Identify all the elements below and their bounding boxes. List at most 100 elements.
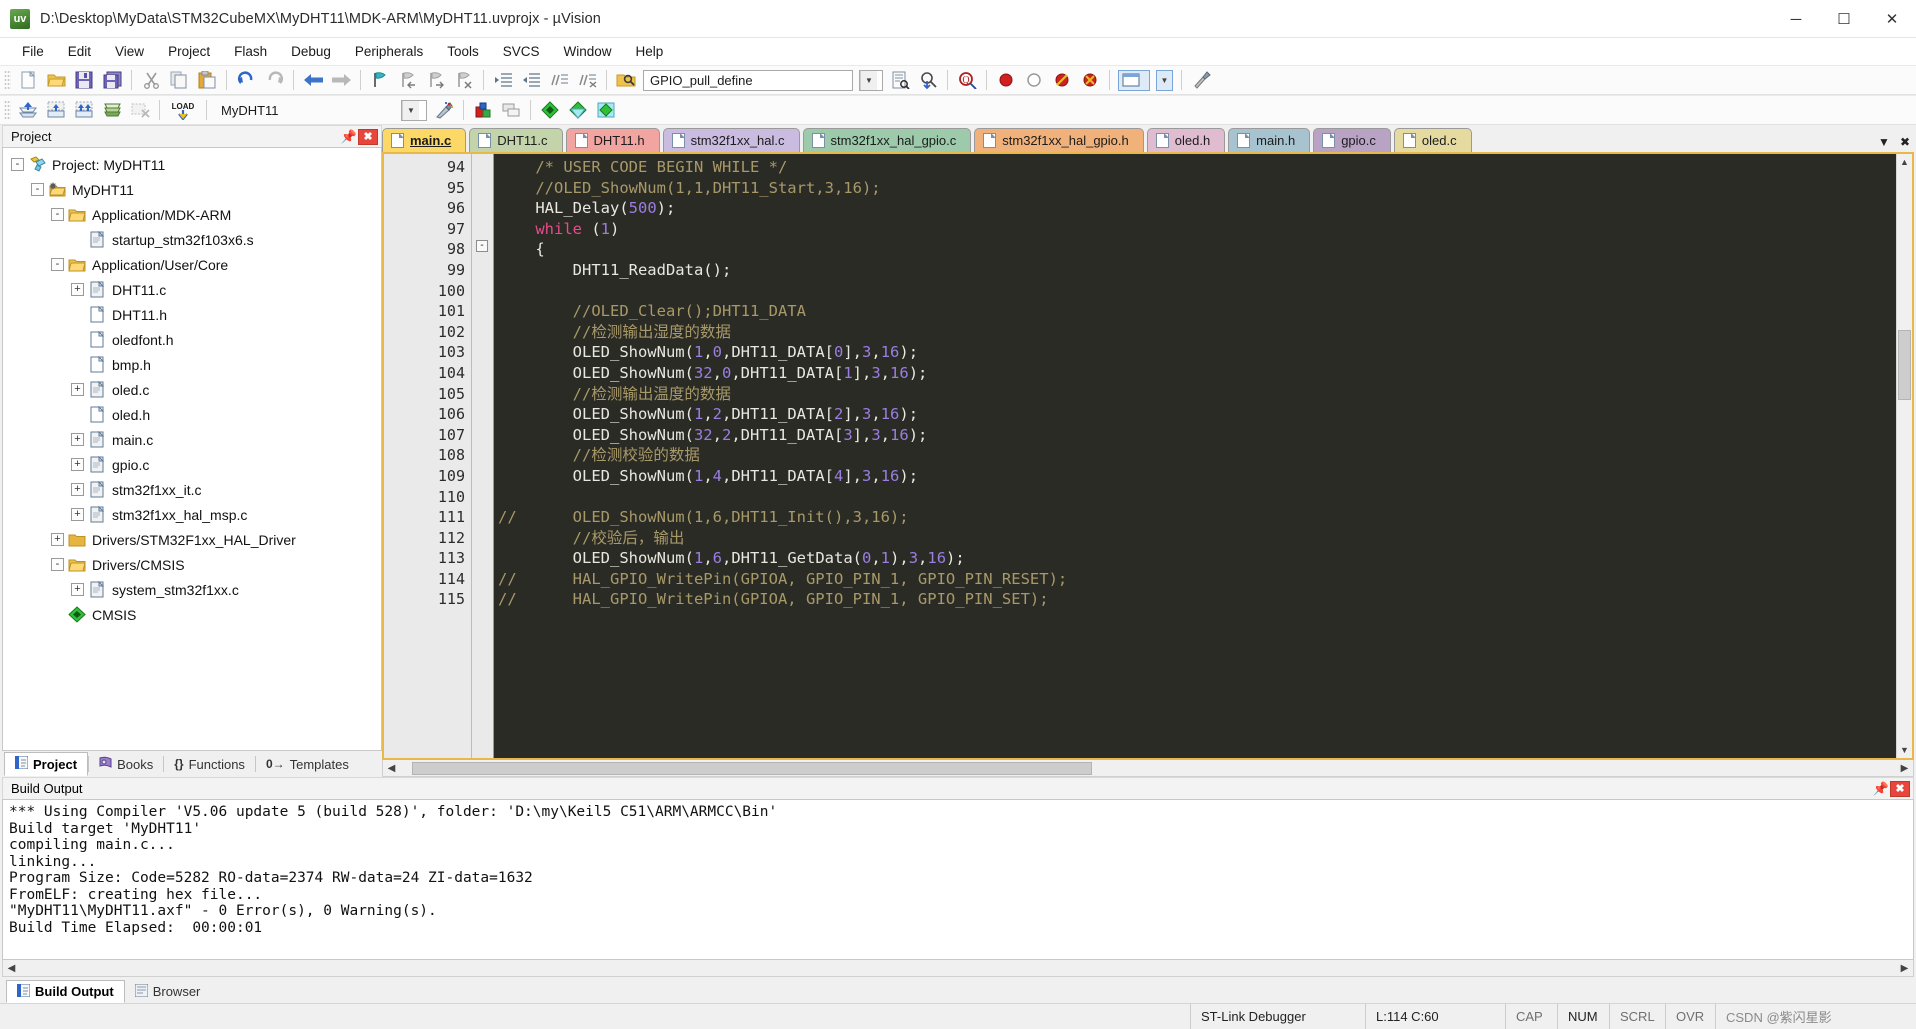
toolbar-grip[interactable] [4, 70, 11, 90]
editor-tab-DHT11-c[interactable]: DHT11.c [469, 128, 563, 152]
editor-tab-gpio-c[interactable]: gpio.c [1313, 128, 1391, 152]
cmsis-icon[interactable] [593, 98, 619, 122]
code-line[interactable]: while (1) [494, 219, 1896, 240]
pin-icon[interactable]: 📌 [340, 129, 358, 145]
minimize-button[interactable]: ─ [1772, 0, 1820, 38]
save-icon[interactable] [71, 68, 97, 92]
chevron-down-icon[interactable]: ▼ [402, 100, 419, 120]
breakpoint-disable-icon[interactable] [1021, 68, 1047, 92]
bookmark-clear-icon[interactable] [451, 68, 477, 92]
editor-tab-stm32f1xx_hal_gpio-h[interactable]: stm32f1xx_hal_gpio.h [974, 128, 1144, 152]
go-to-definition-icon[interactable] [887, 68, 913, 92]
code-line[interactable]: OLED_ShowNum(32,2,DHT11_DATA[3],3,16); [494, 425, 1896, 446]
tree-item[interactable]: + DHT11.c [3, 277, 381, 302]
collapse-toggle-icon[interactable]: - [51, 558, 64, 571]
redo-icon[interactable] [261, 68, 287, 92]
code-line[interactable]: OLED_ShowNum(1,4,DHT11_DATA[4],3,16); [494, 466, 1896, 487]
editor-tab-DHT11-h[interactable]: DHT11.h [565, 128, 660, 152]
tree-item[interactable]: - Application/User/Core [3, 252, 381, 277]
editor-tab-oled-c[interactable]: oled.c [1393, 128, 1472, 152]
target-options-icon[interactable] [431, 98, 457, 122]
editor-vertical-scrollbar[interactable]: ▲ ▼ [1896, 154, 1912, 758]
save-all-icon[interactable] [99, 68, 125, 92]
code-line[interactable]: //OLED_Clear();DHT11_DATA [494, 301, 1896, 322]
build-output-text[interactable]: *** Using Compiler 'V5.06 update 5 (buil… [2, 799, 1914, 960]
code-content[interactable]: /* USER CODE BEGIN WHILE */ //OLED_ShowN… [494, 154, 1896, 758]
tree-item[interactable]: oled.h [3, 402, 381, 427]
code-line[interactable] [494, 281, 1896, 302]
breakpoint-kill-icon[interactable] [1077, 68, 1103, 92]
code-line[interactable]: //检测输出温度的数据 [494, 384, 1896, 405]
editor-tab-main-h[interactable]: main.h [1228, 128, 1311, 152]
tree-item[interactable]: + oled.c [3, 377, 381, 402]
code-line[interactable] [494, 487, 1896, 508]
tree-item[interactable]: DHT11.h [3, 302, 381, 327]
tree-item[interactable]: - MyDHT11 [3, 177, 381, 202]
find-next-icon[interactable] [915, 68, 941, 92]
cut-icon[interactable] [138, 68, 164, 92]
tree-item[interactable]: startup_stm32f103x6.s [3, 227, 381, 252]
code-line[interactable]: //OLED_ShowNum(1,1,DHT11_Start,3,16); [494, 178, 1896, 199]
tree-item[interactable]: CMSIS [3, 602, 381, 627]
maximize-button[interactable]: ☐ [1820, 0, 1868, 38]
menu-debug[interactable]: Debug [279, 40, 343, 63]
panel-tab-project[interactable]: Project [4, 752, 89, 776]
tree-item[interactable]: + main.c [3, 427, 381, 452]
scroll-left-icon[interactable]: ◀ [3, 963, 20, 974]
code-line[interactable]: OLED_ShowNum(1,0,DHT11_DATA[0],3,16); [494, 342, 1896, 363]
target-select-value[interactable]: MyDHT11 [221, 103, 395, 118]
scroll-left-icon[interactable]: ◀ [383, 763, 400, 774]
scroll-down-icon[interactable]: ▼ [1897, 742, 1912, 758]
editor-horizontal-scrollbar[interactable]: ◀ ▶ [382, 760, 1914, 777]
tree-item[interactable]: + stm32f1xx_it.c [3, 477, 381, 502]
collapse-toggle-icon[interactable]: - [476, 240, 488, 253]
navigate-back-icon[interactable] [300, 68, 326, 92]
bookmark-prev-icon[interactable] [395, 68, 421, 92]
rebuild-icon[interactable] [71, 98, 97, 122]
code-line[interactable]: //检测校验的数据 [494, 445, 1896, 466]
scroll-right-icon[interactable]: ▶ [1896, 963, 1913, 974]
code-line[interactable]: DHT11_ReadData(); [494, 260, 1896, 281]
tree-item[interactable]: bmp.h [3, 352, 381, 377]
menu-flash[interactable]: Flash [222, 40, 279, 63]
pack-installer-icon[interactable] [537, 98, 563, 122]
editor-tab-stm32f1xx_hal_gpio-c[interactable]: stm32f1xx_hal_gpio.c [802, 128, 972, 152]
find-icon[interactable]: Q [954, 68, 980, 92]
target-combo[interactable]: MyDHT11 [215, 100, 395, 121]
project-tree[interactable]: - Project: MyDHT11- MyDHT11- Application/MD… [2, 147, 382, 751]
search-combo-arrow[interactable]: ▼ [859, 69, 883, 91]
pin-icon[interactable]: 📌 [1872, 781, 1890, 797]
code-line[interactable]: OLED_ShowNum(1,6,DHT11_GetData(0,1),3,16… [494, 548, 1896, 569]
vscroll-track[interactable] [1897, 170, 1912, 742]
code-line[interactable]: /* USER CODE BEGIN WHILE */ [494, 157, 1896, 178]
collapse-toggle-icon[interactable]: - [51, 258, 64, 271]
close-icon[interactable]: ✖ [1890, 780, 1910, 797]
toolbar-grip[interactable] [4, 100, 11, 120]
outdent-icon[interactable] [518, 68, 544, 92]
editor-tab-oled-h[interactable]: oled.h [1146, 128, 1226, 152]
expand-toggle-icon[interactable]: + [71, 383, 84, 396]
window-layout-chevron-icon[interactable]: ▼ [1156, 69, 1173, 91]
tree-item[interactable]: oledfont.h [3, 327, 381, 352]
comment-icon[interactable] [546, 68, 572, 92]
panel-tab-books[interactable]: Books [89, 752, 163, 776]
search-input[interactable]: GPIO_pull_define [650, 73, 852, 88]
navigate-forward-icon[interactable] [328, 68, 354, 92]
breakpoint-clear-icon[interactable] [1049, 68, 1075, 92]
code-line[interactable]: OLED_ShowNum(1,2,DHT11_DATA[2],3,16); [494, 404, 1896, 425]
stop-build-icon[interactable] [127, 98, 153, 122]
copy-icon[interactable] [166, 68, 192, 92]
manage-runtime-icon[interactable] [565, 98, 591, 122]
tree-item[interactable]: + stm32f1xx_hal_msp.c [3, 502, 381, 527]
chevron-down-icon[interactable]: ▼ [1878, 135, 1890, 149]
menu-file[interactable]: File [10, 40, 56, 63]
scroll-right-icon[interactable]: ▶ [1896, 763, 1913, 774]
menu-view[interactable]: View [103, 40, 156, 63]
bottom-tab-browser[interactable]: Browser [125, 980, 211, 1003]
target-combo-arrow[interactable]: ▼ [401, 99, 427, 121]
menu-window[interactable]: Window [551, 40, 623, 63]
code-editor[interactable]: 94 95 96 97 98 99 100 101 102 103 104 105 106 107 108 1… [382, 152, 1914, 760]
load-icon[interactable]: LOAD [166, 98, 200, 122]
tree-item[interactable]: - Application/MDK-ARM [3, 202, 381, 227]
menu-tools[interactable]: Tools [435, 40, 491, 63]
